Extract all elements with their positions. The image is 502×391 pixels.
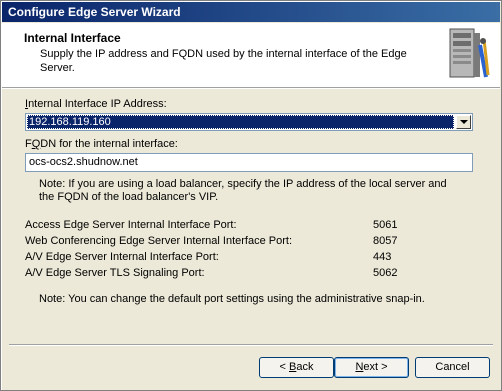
wizard-window: Configure Edge Server Wizard Internal In…	[0, 0, 502, 391]
window-title: Configure Edge Server Wizard	[8, 5, 181, 19]
ip-address-dropdown[interactable]: 192.168.119.160	[25, 113, 473, 131]
port-value: 5062	[373, 267, 398, 279]
next-button[interactable]: Next >	[334, 357, 409, 378]
port-value: 5061	[373, 219, 398, 231]
cancel-button[interactable]: Cancel	[415, 357, 490, 378]
port-label: A/V Edge Server Internal Interface Port:	[25, 251, 219, 263]
button-divider	[9, 344, 493, 346]
port-label: A/V Edge Server TLS Signaling Port:	[25, 267, 205, 279]
port-value: 8057	[373, 235, 398, 247]
port-value: 443	[373, 251, 392, 263]
title-bar[interactable]: Configure Edge Server Wizard	[2, 2, 500, 22]
header-divider	[2, 88, 500, 89]
fqdn-label: FQDN for the internal interface:	[25, 138, 178, 150]
chevron-down-icon	[460, 120, 468, 124]
port-label: Access Edge Server Internal Interface Po…	[25, 219, 237, 231]
port-label: Web Conferencing Edge Server Internal In…	[25, 235, 292, 247]
wizard-header: Internal Interface Supply the IP address…	[2, 23, 500, 88]
fqdn-input[interactable]: ocs-ocs2.shudnow.net	[25, 153, 473, 172]
load-balancer-note: Note: If you are using a load balancer, …	[39, 178, 447, 203]
dropdown-arrow-button[interactable]	[456, 115, 471, 129]
page-subtitle: Supply the IP address and FQDN used by t…	[40, 48, 407, 74]
back-button[interactable]: < Back	[259, 357, 334, 378]
ip-address-selected-value: 192.168.119.160	[27, 115, 454, 129]
server-with-tools-icon	[440, 25, 492, 83]
port-settings-note: Note: You can change the default port se…	[39, 293, 425, 305]
ip-address-label: Internal Interface IP Address:	[25, 98, 167, 110]
page-title: Internal Interface	[24, 31, 121, 45]
